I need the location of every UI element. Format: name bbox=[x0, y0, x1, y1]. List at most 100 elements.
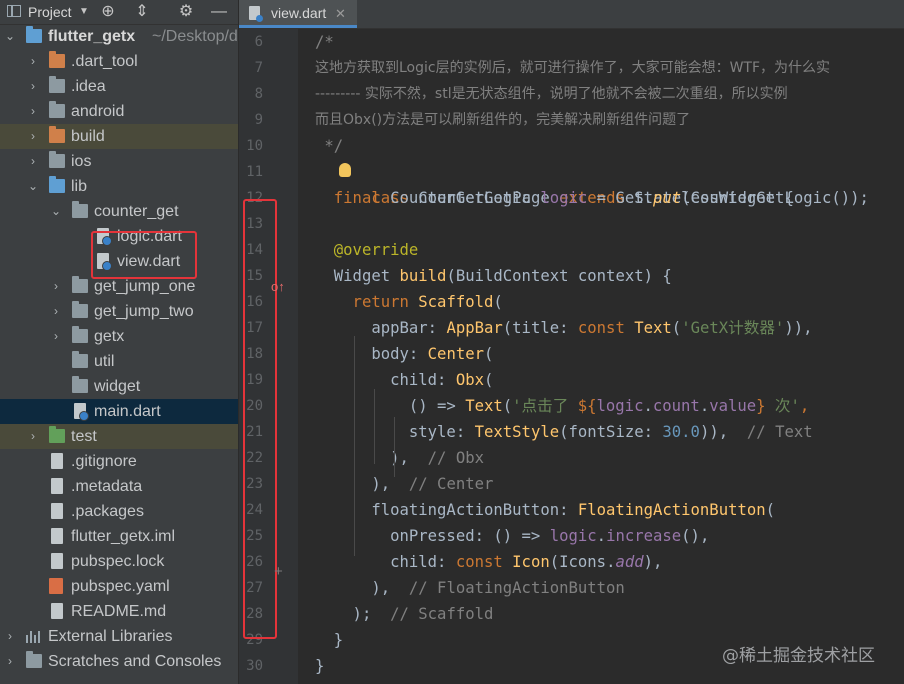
editor-tab-bar: view.dart ✕ bbox=[239, 0, 904, 29]
tree-item-build[interactable]: › build bbox=[0, 124, 238, 149]
folder-gray-icon bbox=[72, 276, 88, 293]
markdown-file-icon bbox=[51, 603, 63, 619]
chevron-down-icon[interactable]: ⌄ bbox=[27, 174, 39, 199]
code-line-15: Widget build(BuildContext context) { bbox=[315, 267, 672, 285]
code-editor[interactable]: /* 这地方获取到Logic层的实例后，就可进行操作了，大家可能会想：WTF，为… bbox=[298, 29, 904, 684]
code-line-26: child: const Icon(Icons.add), bbox=[315, 553, 663, 571]
chevron-right-icon[interactable]: › bbox=[50, 299, 62, 324]
chevron-right-icon[interactable]: › bbox=[50, 324, 62, 349]
yaml-file-icon bbox=[49, 578, 63, 594]
line-number: 11 bbox=[246, 164, 263, 180]
project-window-icon bbox=[7, 5, 21, 17]
line-number: 10 bbox=[246, 138, 263, 154]
line-number: 6 bbox=[254, 34, 263, 50]
tree-item-lib[interactable]: ⌄ lib bbox=[0, 174, 238, 199]
tree-item-util[interactable]: util bbox=[0, 349, 238, 374]
minimize-icon[interactable]: — bbox=[208, 0, 230, 24]
chevron-right-icon[interactable]: › bbox=[4, 649, 16, 674]
libraries-icon bbox=[26, 629, 42, 643]
line-number: 30 bbox=[246, 658, 263, 674]
file-icon bbox=[51, 553, 63, 569]
code-line-19: child: Obx( bbox=[315, 371, 494, 389]
tree-item-dart-tool[interactable]: › .dart_tool bbox=[0, 49, 238, 74]
tree-item-label: .packages bbox=[71, 503, 144, 520]
line-number: 8 bbox=[254, 86, 263, 102]
chevron-down-icon[interactable]: ⌄ bbox=[50, 199, 62, 224]
chevron-right-icon[interactable]: › bbox=[50, 274, 62, 299]
folder-gray-icon bbox=[72, 201, 88, 218]
gear-icon[interactable]: ⚙ bbox=[175, 0, 197, 24]
tree-item-counter-get[interactable]: ⌄ counter_get bbox=[0, 199, 238, 224]
file-icon bbox=[51, 478, 63, 494]
tree-item-getx[interactable]: › getx bbox=[0, 324, 238, 349]
code-line-30: } bbox=[315, 657, 325, 675]
tree-item-label: pubspec.yaml bbox=[71, 578, 170, 595]
folder-gray-icon bbox=[49, 151, 65, 168]
chevron-right-icon[interactable]: › bbox=[27, 49, 39, 74]
tree-item-gitignore[interactable]: .gitignore bbox=[0, 449, 238, 474]
tree-item-metadata[interactable]: .metadata bbox=[0, 474, 238, 499]
tree-item-label: .dart_tool bbox=[71, 53, 138, 70]
code-line-9: 而且Obx()方法是可以刷新组件的，完美解决刷新组件问题了 bbox=[315, 112, 691, 128]
code-line-14: @override bbox=[315, 241, 419, 259]
code-line-18: body: Center( bbox=[315, 345, 494, 363]
chevron-right-icon[interactable]: › bbox=[27, 74, 39, 99]
project-view-selector[interactable]: Project bbox=[28, 0, 72, 24]
folder-gray-icon bbox=[72, 301, 88, 318]
tree-item-get-jump-two[interactable]: › get_jump_two bbox=[0, 299, 238, 324]
tree-item-android[interactable]: › android bbox=[0, 99, 238, 124]
active-tab-indicator bbox=[239, 25, 357, 28]
file-icon bbox=[51, 453, 63, 469]
tree-item-widget[interactable]: widget bbox=[0, 374, 238, 399]
lightbulb-icon[interactable] bbox=[339, 163, 351, 177]
tree-item-pubspec-yaml[interactable]: pubspec.yaml bbox=[0, 574, 238, 599]
tree-item-pubspec-lock[interactable]: pubspec.lock bbox=[0, 549, 238, 574]
tree-item-test[interactable]: › test bbox=[0, 424, 238, 449]
tree-item-label: External Libraries bbox=[48, 628, 173, 645]
tree-item-external-libraries[interactable]: › External Libraries bbox=[0, 624, 238, 649]
code-line-12: final CounterGetLogic logic = Get.put(Co… bbox=[315, 189, 869, 207]
tree-item-scratches-and-consoles[interactable]: › Scratches and Consoles bbox=[0, 649, 238, 674]
tab-view-dart[interactable]: view.dart ✕ bbox=[239, 0, 357, 28]
override-gutter-icon[interactable]: o↑ bbox=[271, 279, 285, 294]
tree-item-ios[interactable]: › ios bbox=[0, 149, 238, 174]
folder-orange-icon bbox=[49, 51, 65, 68]
collapse-icon[interactable]: ⇕ bbox=[131, 0, 153, 24]
chevron-right-icon[interactable]: › bbox=[27, 149, 39, 174]
code-line-17: appBar: AppBar(title: const Text('GetX计数… bbox=[315, 319, 813, 337]
tree-item-flutter-getx-iml[interactable]: flutter_getx.iml bbox=[0, 524, 238, 549]
folder-gray-icon bbox=[49, 76, 65, 93]
tree-item-label: Scratches and Consoles bbox=[48, 653, 222, 670]
line-number: 9 bbox=[254, 112, 263, 128]
tree-item-packages[interactable]: .packages bbox=[0, 499, 238, 524]
folder-blue-icon bbox=[26, 26, 42, 43]
code-line-22: ), // Obx bbox=[315, 449, 485, 467]
tree-item-main-dart[interactable]: main.dart bbox=[0, 399, 238, 424]
tree-item-label: getx bbox=[94, 328, 125, 345]
tree-item-label: main.dart bbox=[94, 403, 161, 420]
chevron-right-icon[interactable]: › bbox=[4, 624, 16, 649]
indent-guide bbox=[394, 417, 395, 477]
code-line-11: cass CounterGetPage extends StatelessWid… bbox=[315, 159, 794, 207]
tree-item-label: util bbox=[94, 353, 115, 370]
locate-icon[interactable]: ⊕ bbox=[97, 0, 119, 24]
tree-item-label: README.md bbox=[71, 603, 167, 620]
tree-item-flutter-getx[interactable]: ⌄ flutter_getx ~/Desktop/de bbox=[0, 24, 238, 49]
line-number: 7 bbox=[254, 60, 263, 76]
close-icon[interactable]: ✕ bbox=[335, 0, 346, 27]
chevron-right-icon[interactable]: › bbox=[27, 424, 39, 449]
tree-item-readme-md[interactable]: README.md bbox=[0, 599, 238, 624]
dropdown-icon[interactable]: ▼ bbox=[73, 0, 95, 24]
code-line-20: () => Text('点击了 ${logic.count.value} 次', bbox=[315, 397, 810, 415]
chevron-down-icon[interactable]: ⌄ bbox=[4, 24, 16, 49]
tree-item-idea[interactable]: › .idea bbox=[0, 74, 238, 99]
code-line-23: ), // Center bbox=[315, 475, 494, 493]
annotation-box-gutter bbox=[243, 199, 277, 639]
folder-gray-icon bbox=[49, 101, 65, 118]
project-panel: Project ▼ ⊕ ⇕ ⚙ — ⌄ flutter_getx ~/Desktop… bbox=[0, 0, 238, 684]
chevron-right-icon[interactable]: › bbox=[27, 99, 39, 124]
chevron-right-icon[interactable]: › bbox=[27, 124, 39, 149]
tree-item-label: flutter_getx bbox=[48, 28, 136, 45]
folder-gray-icon bbox=[72, 376, 88, 393]
ide-window: Project ▼ ⊕ ⇕ ⚙ — ⌄ flutter_getx ~/Desktop… bbox=[0, 0, 904, 684]
